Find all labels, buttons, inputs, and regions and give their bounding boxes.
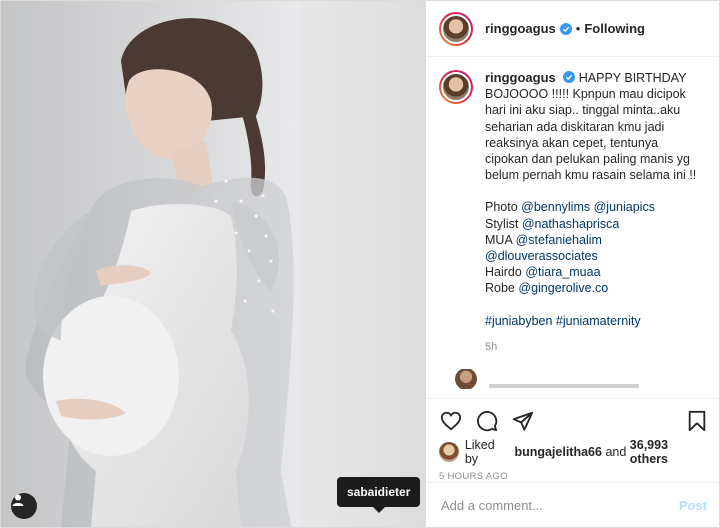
header-username[interactable]: ringgoagus [485,21,556,36]
commenter-avatar[interactable] [455,369,477,390]
caption-age: 5h [485,340,498,353]
share-button[interactable] [511,409,535,433]
caption-line: hari ini aku siap.. tinggal minta..aku [485,103,681,118]
credit-label: MUA [485,232,513,247]
comment-button[interactable] [475,409,499,433]
verified-icon [559,22,572,35]
following-button[interactable]: Following [584,21,645,36]
mention-link[interactable]: @stefaniehalim [516,233,602,247]
avatar[interactable] [439,11,473,46]
mention-link[interactable]: @dlouverassociates [485,249,598,263]
liker-username[interactable]: bungajelitha66 [514,445,602,459]
post-side-panel: ringgoagus • Following ringgoagus HAPPY … [427,1,719,527]
user-tag-icon [12,494,24,506]
verified-icon [563,71,576,83]
credit-label: Robe [485,281,515,296]
credit-stylist: Stylist @nathashaprisca [485,216,699,232]
post-timestamp[interactable]: 5 HOURS AGO [439,471,709,482]
hashtags-link[interactable]: #juniabyben #juniamaternity [485,313,699,329]
credit-robe: Robe @gingerolive.co [485,280,699,296]
credit-photo: Photo @bennylims @juniapics [485,199,699,215]
share-icon [512,411,534,431]
comment-input[interactable] [441,497,679,513]
caption-line: seharian ada diskitaran kmu jadi [485,119,665,134]
likes-prefix: Liked by [464,438,495,466]
likes-middle: and [605,445,627,459]
action-bar: Liked by bungajelitha66 and 36,993 other… [427,398,719,482]
post-header: ringgoagus • Following [427,1,719,57]
credit-label: Photo [485,200,518,215]
save-button[interactable] [685,409,709,433]
next-comment-preview [439,369,705,390]
heart-icon [440,411,462,431]
credit-label: Stylist [485,216,519,231]
like-button[interactable] [439,409,463,433]
caption-line: reaksinya akan cepet, tentunya [485,135,659,150]
photo-tag-label[interactable]: sabaidieter [337,477,421,513]
liker-avatar[interactable] [439,442,459,462]
likes-summary: Liked by bungajelitha66 and 36,993 other… [439,438,709,466]
mention-link[interactable]: @nathashaprisca [522,217,619,231]
mention-link[interactable]: @tiara_muaa [525,265,600,279]
credit-label: Hairdo [485,265,522,280]
comment-composer: Post [427,482,719,527]
credit-mua: MUA @stefaniehalim [485,232,699,248]
credit-hairdo: Hairdo @tiara_muaa [485,264,699,280]
caption: ringgoagus HAPPY BIRTHDAY BOJOOOO !!!!! … [439,70,705,355]
action-buttons [439,405,709,437]
caption-line: belum pernah kmu rasain selama ini !! [485,168,697,183]
mention-link[interactable]: @juniapics [594,200,655,214]
likes-count[interactable]: 36,993 others [630,438,709,466]
mention-link[interactable]: @gingerolive.co [518,281,608,295]
caption-text: ringgoagus HAPPY BIRTHDAY BOJOOOO !!!!! … [485,70,699,355]
caption-username[interactable]: ringgoagus [485,70,556,85]
comment-icon [477,411,498,432]
caption-line: cipokan dan pelukan paling manis yg [485,152,690,167]
post-comment-button[interactable]: Post [679,498,707,513]
caption-line: BOJOOOO !!!!! Kpnpun mau dicipok [485,87,686,102]
bookmark-icon [688,410,706,432]
caption-line: HAPPY BIRTHDAY [578,71,687,85]
maternity-photo-illustration [1,1,426,527]
truncated-comment [489,384,639,389]
post-photo[interactable]: sabaidieter [1,1,426,527]
separator-dot: • [575,21,581,36]
credit-associates: @dlouverassociates [485,248,699,264]
caption-avatar[interactable] [439,70,473,104]
mention-link[interactable]: @bennylims [521,200,590,214]
user-tag-button[interactable] [11,493,37,519]
comments-section[interactable]: ringgoagus HAPPY BIRTHDAY BOJOOOO !!!!! … [427,58,719,398]
